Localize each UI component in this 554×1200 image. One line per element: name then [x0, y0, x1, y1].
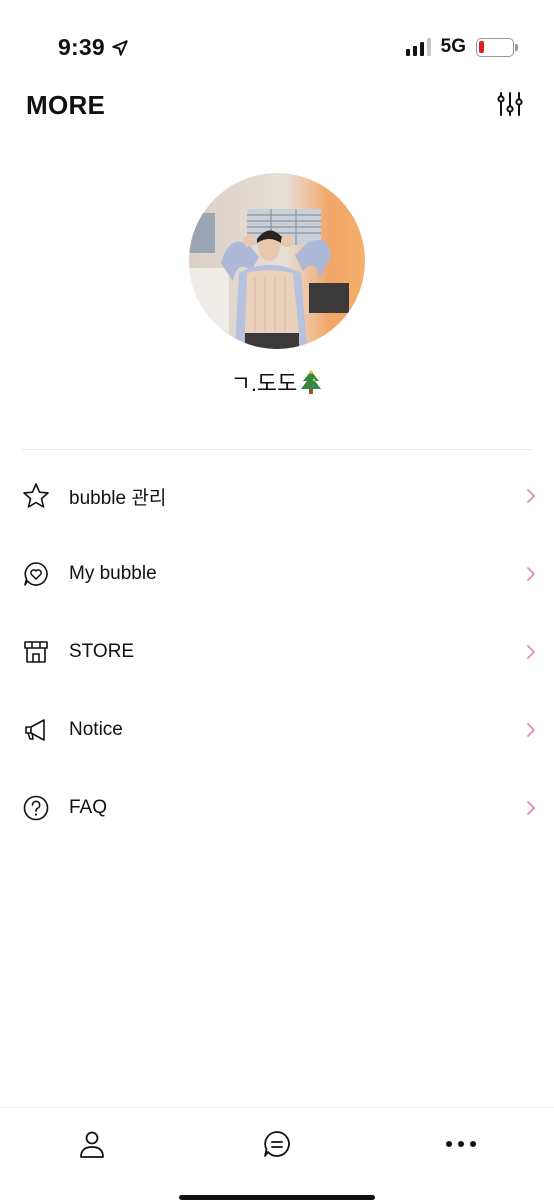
profile-name: ㄱ.도도: [0, 366, 554, 398]
menu-item-label: My bubble: [69, 563, 157, 584]
menu-item-bubble-manage[interactable]: bubble 관리: [0, 457, 554, 535]
profile-name-text: ㄱ.도도: [230, 371, 298, 396]
menu-item-label: bubble 관리: [69, 487, 167, 509]
status-bar: 9:39 5G: [0, 0, 554, 96]
chevron-right-icon: [527, 645, 535, 659]
menu-item-store[interactable]: STORE: [0, 613, 554, 691]
status-time-text: 9:39: [58, 34, 105, 60]
megaphone-icon: [22, 716, 50, 744]
heart-chat-icon: [22, 560, 50, 588]
menu-item-faq[interactable]: FAQ: [0, 769, 554, 847]
person-icon: [80, 1131, 104, 1158]
chevron-right-icon: [527, 567, 535, 581]
home-indicator: [179, 1195, 375, 1200]
page-title: MORE: [26, 90, 106, 120]
status-time: 9:39: [58, 34, 129, 61]
menu-item-notice[interactable]: Notice: [0, 691, 554, 769]
tab-bar: [0, 1107, 554, 1200]
status-indicators: 5G: [405, 36, 518, 58]
menu-item-my-bubble[interactable]: My bubble: [0, 535, 554, 613]
chevron-right-icon: [527, 489, 535, 503]
more-dots-icon: [446, 1141, 476, 1147]
avatar-photo: [189, 173, 365, 349]
menu-item-label: STORE: [69, 641, 135, 662]
menu-item-label: FAQ: [69, 797, 108, 818]
tab-profile[interactable]: [74, 1126, 110, 1162]
menu-list: bubble 관리 My bubble STORE Notice FAQ: [0, 457, 554, 847]
chevron-right-icon: [527, 801, 535, 815]
star-icon: [22, 482, 50, 510]
tab-chat[interactable]: [259, 1126, 295, 1162]
chevron-right-icon: [527, 723, 535, 737]
sliders-icon: [497, 92, 523, 116]
tab-more[interactable]: [443, 1126, 479, 1162]
header: MORE: [0, 86, 554, 130]
menu-item-label: Notice: [69, 719, 123, 740]
battery-icon: [476, 37, 518, 57]
network-label: 5G: [440, 36, 466, 57]
christmas-tree-icon: [301, 370, 322, 394]
divider: [22, 449, 532, 450]
location-arrow-icon: [112, 39, 128, 56]
battery-level: [479, 40, 484, 53]
settings-button[interactable]: [494, 88, 526, 120]
question-circle-icon: [22, 794, 50, 822]
chat-bubble-icon: [264, 1131, 290, 1157]
avatar[interactable]: [189, 173, 365, 349]
signal-icon: [405, 38, 431, 56]
store-icon: [22, 638, 50, 666]
